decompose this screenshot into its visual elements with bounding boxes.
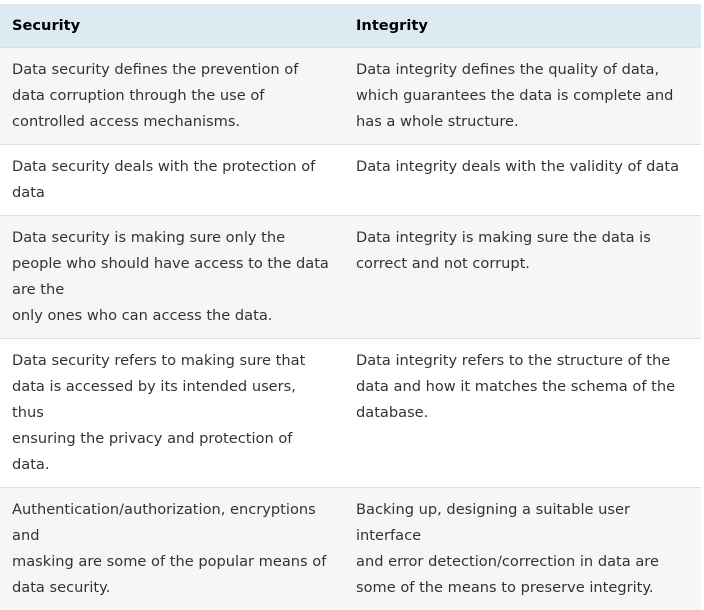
- table-row: Data security deals with the protection …: [0, 145, 701, 216]
- table-row: Data security defines the prevention of …: [0, 48, 701, 145]
- security-cell: Data security is making sure only the pe…: [0, 216, 344, 339]
- integrity-cell: Data integrity defines the quality of da…: [344, 48, 701, 145]
- integrity-cell: Data integrity refers to the structure o…: [344, 339, 701, 488]
- security-cell: Data security defines the prevention of …: [0, 48, 344, 145]
- integrity-cell: Data integrity deals with the validity o…: [344, 145, 701, 216]
- comparison-table: Security Integrity Data security defines…: [0, 4, 701, 610]
- security-cell: Authentication/authorization, encryption…: [0, 488, 344, 610]
- integrity-cell: Backing up, designing a suitable user in…: [344, 488, 701, 610]
- table-row: Data security refers to making sure that…: [0, 339, 701, 488]
- security-cell: Data security refers to making sure that…: [0, 339, 344, 488]
- integrity-cell: Data integrity is making sure the data i…: [344, 216, 701, 339]
- security-cell: Data security deals with the protection …: [0, 145, 344, 216]
- table-row: Data security is making sure only the pe…: [0, 216, 701, 339]
- header-integrity: Integrity: [344, 4, 701, 48]
- header-security: Security: [0, 4, 344, 48]
- table-row: Authentication/authorization, encryption…: [0, 488, 701, 610]
- table-header-row: Security Integrity: [0, 4, 701, 48]
